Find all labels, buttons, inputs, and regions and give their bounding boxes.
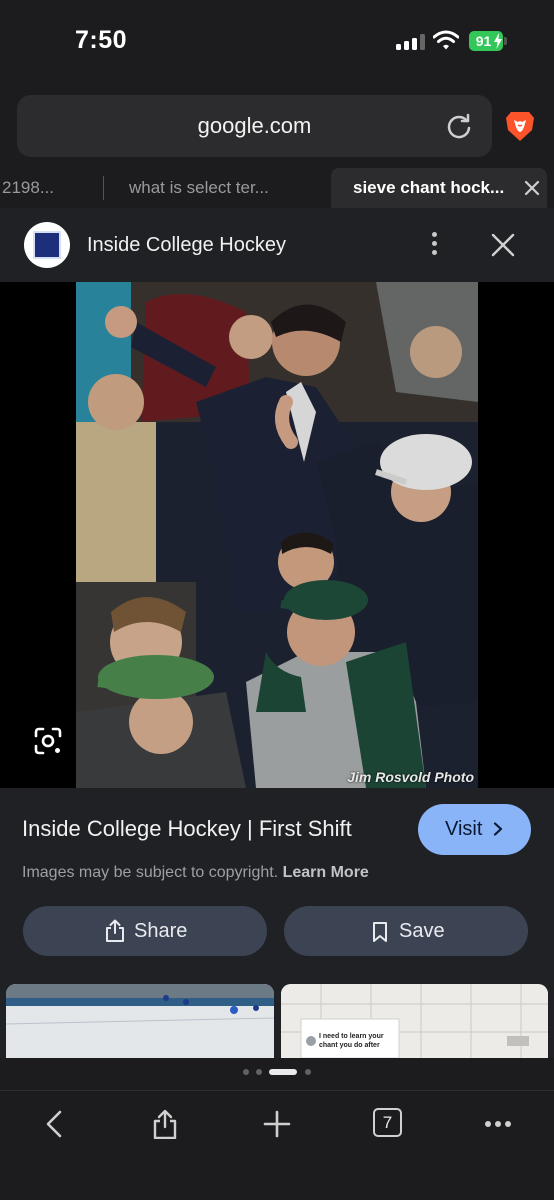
reload-icon[interactable]	[445, 112, 473, 140]
visit-button[interactable]: Visit	[418, 804, 531, 855]
related-thumbnail[interactable]: I need to learn your chant you do after	[281, 984, 548, 1058]
save-button[interactable]: Save	[284, 906, 528, 956]
share-icon[interactable]	[150, 1109, 180, 1139]
copyright-notice: Images may be subject to copyright. Lear…	[22, 864, 369, 882]
pager-dots	[0, 1066, 554, 1078]
chevron-right-icon	[493, 822, 503, 836]
save-label: Save	[399, 920, 445, 942]
tab-item[interactable]: 2198...	[0, 168, 95, 208]
share-button[interactable]: Share	[23, 906, 267, 956]
bookmark-icon	[373, 922, 387, 942]
url-text: google.com	[197, 113, 312, 138]
photo-credit: Jim Rosvold Photo	[347, 769, 474, 785]
tab-divider	[103, 176, 104, 200]
pager-dot	[256, 1069, 262, 1075]
visit-label: Visit	[445, 818, 483, 840]
tab-strip: 2198... what is select ter... sieve chan…	[0, 168, 554, 208]
share-label: Share	[134, 920, 188, 942]
image-viewer-header: Inside College Hockey	[0, 208, 554, 282]
tab-item[interactable]: what is select ter...	[129, 168, 304, 208]
brave-lion-icon[interactable]	[505, 110, 535, 142]
related-thumbnail[interactable]	[6, 984, 274, 1058]
close-tab-icon[interactable]	[517, 168, 547, 208]
battery-level: 91	[475, 33, 492, 49]
add-icon[interactable]	[262, 1109, 292, 1139]
source-title[interactable]: Inside College Hockey	[87, 208, 286, 282]
result-panel: Inside College Hockey | First Shift Visi…	[0, 788, 554, 1058]
more-vert-icon[interactable]	[424, 232, 444, 260]
thumbnail-caption: I need to learn your chant you do after	[319, 1033, 384, 1049]
tab-switcher-button[interactable]: 7	[373, 1108, 402, 1137]
hockey-crowd-photo[interactable]: Jim Rosvold Photo	[76, 282, 478, 788]
bottom-toolbar: 7	[0, 1090, 554, 1200]
tab-active[interactable]: sieve chant hock...	[331, 168, 547, 208]
pager-dot	[305, 1069, 311, 1075]
tab-active-label: sieve chant hock...	[353, 178, 505, 197]
close-icon[interactable]	[490, 232, 516, 258]
learn-more-link[interactable]: Learn More	[283, 864, 369, 881]
pager-dot	[243, 1069, 249, 1075]
result-title[interactable]: Inside College Hockey | First Shift	[22, 816, 352, 842]
image-viewer: Jim Rosvold Photo	[0, 282, 554, 788]
back-icon[interactable]	[40, 1109, 70, 1139]
status-bar: 7:50 91	[0, 0, 554, 84]
wifi-icon	[433, 30, 459, 50]
more-horiz-icon[interactable]	[483, 1109, 513, 1139]
battery-icon: 91	[469, 31, 507, 51]
share-icon	[106, 919, 124, 942]
signal-icon	[396, 34, 426, 50]
status-time: 7:50	[75, 26, 128, 54]
address-bar[interactable]: google.com	[17, 95, 492, 157]
pager-dot-active	[269, 1069, 297, 1075]
site-favicon	[24, 222, 70, 268]
google-lens-icon[interactable]	[33, 726, 63, 756]
copyright-text: Images may be subject to copyright.	[22, 864, 279, 881]
tab-count: 7	[382, 1113, 393, 1132]
